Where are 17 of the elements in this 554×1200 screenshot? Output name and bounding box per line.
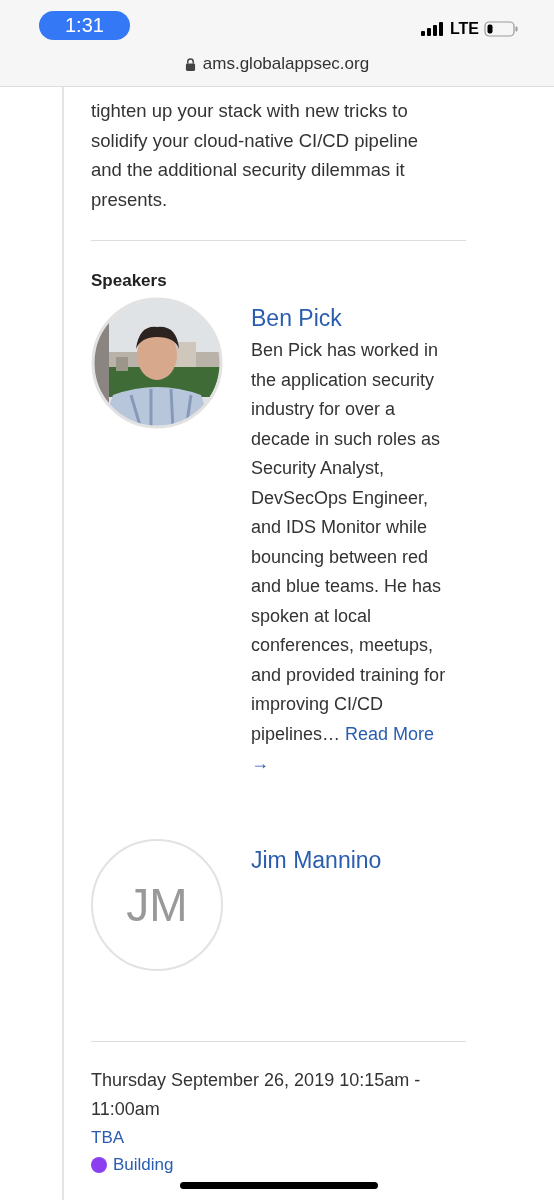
speaker-name-link[interactable]: Ben Pick [251,303,453,333]
lock-icon [184,57,196,71]
avatar-initials: JM [91,838,223,971]
url-text[interactable]: ams.globalappsec.org [202,54,370,74]
read-more-link[interactable]: Read More [345,723,435,744]
arrow-link[interactable]: → [251,749,269,779]
speaker-bio-text: Ben Pick has worked in the application security industry for over a decade in such roles as Security Analyst, DevSecOps Engineer, and IDS Monitor while bouncing between red and blue teams. He has spoken at local conferences, meetups, and provided training for improving CI/CD pipelines… Read More [251,339,447,746]
speaker-name-link[interactable]: Jim Mannino [251,844,453,875]
battery-icon [484,20,518,37]
description-text: tighten up your stack with new tricks to solidify your cloud-native CI/CD pipeline and the additional security dilemmas it presents. [91,99,419,212]
clock-pill[interactable]: 1:31 [39,11,130,40]
section-heading: Speakers [91,271,168,291]
session-time: Thursday September 26, 2019 10:15am - 11:00am [91,1068,422,1121]
network-label: LTE [449,19,479,38]
signal-icon [420,21,445,36]
tag-label[interactable]: Building [113,1154,174,1175]
venue-link[interactable]: TBA [91,1124,466,1151]
